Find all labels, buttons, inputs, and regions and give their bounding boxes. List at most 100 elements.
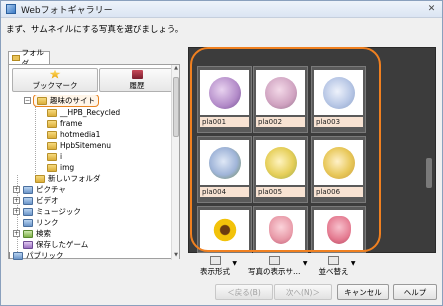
tree-item-pictures[interactable]: + ピクチャ	[13, 184, 66, 195]
close-icon[interactable]: ✕	[425, 3, 438, 15]
tree-item-label: img	[60, 163, 75, 172]
thumbnail-item[interactable]	[311, 206, 366, 253]
thumbnail-item[interactable]	[197, 206, 252, 253]
tree-item-label: HpbSitemenu	[60, 141, 111, 150]
tree-item-label: パブリック	[26, 251, 64, 260]
thumbnail-image	[314, 140, 363, 185]
music-folder-icon	[23, 207, 33, 216]
tree-item-img[interactable]: img	[47, 162, 74, 173]
sunflower-image-icon	[211, 217, 238, 243]
flower-image-icon	[322, 146, 355, 179]
thumbnail-image	[200, 70, 249, 115]
thumbnail-item[interactable]: pla004	[197, 136, 252, 203]
folder-tree: − 趣味のサイト __HPB_Recycled frame hotmedia1 …	[9, 95, 173, 260]
folder-panel: フォルダ ブックマーク 履歴 − 趣味のサイト	[5, 47, 182, 260]
tree-item-saved-games[interactable]: 保存したゲーム	[23, 239, 88, 250]
tree-item-label: 検索	[36, 229, 51, 238]
sort-icon	[328, 255, 339, 265]
photo-display-button[interactable]: 写真の表示サ… ▼	[248, 255, 308, 277]
thumbnail-item[interactable]	[253, 206, 308, 253]
selected-folder-highlight: 趣味のサイト	[33, 95, 99, 107]
tree-item-label: ビデオ	[36, 196, 59, 205]
folder-icon	[37, 96, 47, 105]
folder-icon	[47, 152, 57, 161]
flower-image-icon	[268, 216, 293, 244]
chevron-down-icon: ▼	[350, 259, 356, 267]
tree-item-music[interactable]: + ミュージック	[13, 206, 81, 217]
view-format-label: 表示形式	[200, 266, 230, 276]
folder-icon	[35, 174, 45, 183]
scroll-thumb[interactable]	[173, 77, 179, 137]
view-format-button[interactable]: 表示形式 ▼	[200, 255, 237, 277]
thumbnail-item[interactable]: pla003	[311, 66, 366, 133]
help-button[interactable]: ヘルプ	[393, 284, 437, 300]
folder-icon	[47, 108, 57, 117]
expand-icon[interactable]: +	[13, 208, 20, 215]
window-title: Webフォトギャラリー	[21, 5, 113, 16]
sort-label: 並べ替え	[318, 266, 349, 276]
tree-scrollbar[interactable]: ▲ ▼	[171, 65, 179, 260]
tree-guide-line	[35, 106, 36, 178]
expand-icon[interactable]: +	[13, 230, 20, 237]
tree-item-hpb-recycled[interactable]: __HPB_Recycled	[47, 107, 120, 118]
back-button[interactable]: ＜戻る(B)	[215, 284, 273, 300]
thumbnail-caption: pla001	[200, 117, 249, 127]
grid-scroll-thumb[interactable]	[426, 158, 432, 188]
tree-item-new-folder[interactable]: 新しいフォルダ	[35, 173, 101, 184]
thumbnail-item[interactable]: pla001	[197, 66, 252, 133]
thumbnail-caption: pla003	[314, 117, 363, 127]
photo-display-label: 写真の表示サ…	[248, 266, 301, 276]
tree-item-search[interactable]: + 検索	[13, 228, 51, 239]
history-label: 履歴	[129, 80, 145, 90]
wizard-buttons: ＜戻る(B) 次へ(N)＞ キャンセル ヘルプ	[1, 284, 442, 306]
flower-image-icon	[326, 216, 351, 244]
flower-image-icon	[322, 76, 355, 109]
expand-icon[interactable]: +	[13, 186, 20, 193]
folder-icon	[47, 141, 57, 150]
sort-button[interactable]: 並べ替え ▼	[318, 255, 356, 277]
thumbnail-image	[256, 210, 305, 250]
tree-item-hobby-site[interactable]: − 趣味のサイト	[24, 95, 99, 107]
tab-folder[interactable]: フォルダ	[8, 48, 50, 68]
tree-item-label: i	[60, 152, 63, 161]
history-button[interactable]: 履歴	[99, 68, 175, 92]
instruction-text: まず、サムネイルにする写真を選びましょう。	[6, 25, 184, 35]
thumbnail-item[interactable]: pla005	[253, 136, 308, 203]
collapse-icon[interactable]: −	[24, 97, 31, 104]
scroll-down-icon[interactable]: ▼	[172, 252, 180, 260]
thumbnail-item[interactable]: pla006	[311, 136, 366, 203]
flower-image-icon	[264, 146, 297, 179]
bookmark-button[interactable]: ブックマーク	[12, 68, 98, 92]
tree-item-video[interactable]: + ビデオ	[13, 195, 59, 206]
history-icon	[131, 69, 143, 79]
links-folder-icon	[23, 218, 33, 227]
expand-icon[interactable]: +	[13, 197, 20, 204]
expand-icon[interactable]: +	[9, 252, 10, 259]
folder-icon	[47, 119, 57, 128]
flower-image-icon	[208, 146, 241, 179]
tree-item-hotmedia1[interactable]: hotmedia1	[47, 129, 100, 140]
thumbnail-image	[314, 70, 363, 115]
title-bar: Webフォトギャラリー ✕	[1, 1, 442, 18]
public-folder-icon	[13, 251, 23, 260]
view-toolbar: 表示形式 ▼ 写真の表示サ… ▼ 並べ替え ▼	[188, 254, 436, 278]
tree-item-links[interactable]: リンク	[23, 217, 59, 228]
scroll-up-icon[interactable]: ▲	[172, 65, 180, 73]
thumbnail-item[interactable]: pla002	[253, 66, 308, 133]
thumbnail-image	[200, 210, 249, 250]
chevron-down-icon: ▼	[232, 259, 237, 267]
tree-item-label: ピクチャ	[36, 185, 66, 194]
next-button[interactable]: 次へ(N)＞	[274, 284, 332, 300]
tree-item-frame[interactable]: frame	[47, 118, 82, 129]
flower-image-icon	[208, 76, 241, 109]
folder-icon	[12, 55, 20, 61]
thumbnail-image	[314, 210, 363, 250]
thumbnail-image	[256, 140, 305, 185]
thumbnail-caption: pla004	[200, 187, 249, 197]
tree-item-i[interactable]: i	[47, 151, 62, 162]
grid-view-icon	[209, 255, 221, 265]
grid-scrollbar[interactable]	[425, 50, 433, 250]
cancel-button[interactable]: キャンセル	[337, 284, 389, 300]
tree-item-public[interactable]: + パブリック	[9, 250, 64, 260]
tree-item-hpbsitemenu[interactable]: HpbSitemenu	[47, 140, 111, 151]
